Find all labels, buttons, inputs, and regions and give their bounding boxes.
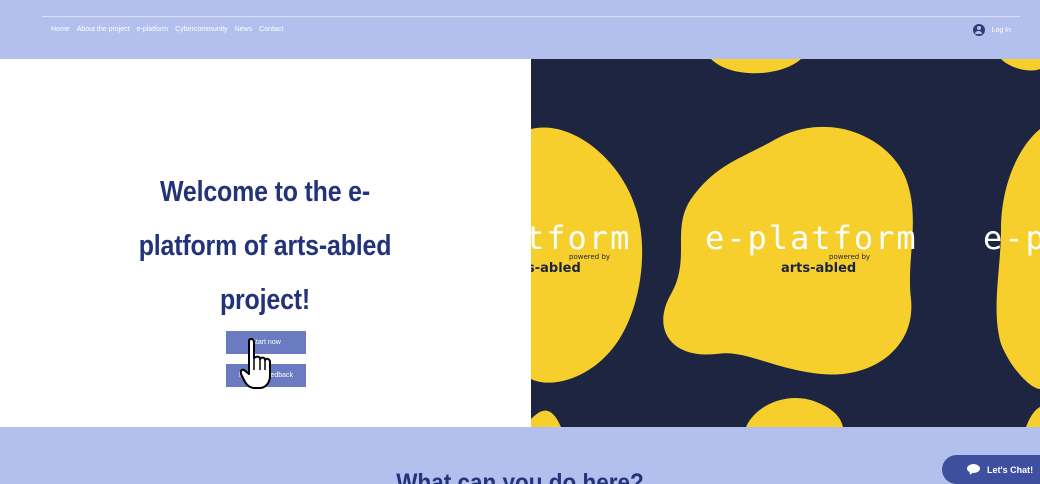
section-title: What can you do here? — [396, 469, 644, 484]
powered-by-center: powered by — [829, 253, 870, 261]
e-platform-banner: tform powered by s-abled e-platform powe… — [531, 59, 1040, 427]
blob-top-left — [711, 59, 801, 74]
hero-title-line-1: Welcome to the e- — [159, 176, 371, 208]
main-nav: Home About the project e-platform Cyberc… — [51, 26, 283, 33]
hand-cursor-icon — [240, 338, 271, 389]
banner-graphic: tform powered by s-abled e-platform powe… — [531, 59, 1040, 427]
powered-by-left: powered by — [569, 253, 610, 261]
chat-bubble-icon — [967, 464, 980, 475]
site-header: Home About the project e-platform Cyberc… — [0, 0, 1040, 59]
blob-right — [996, 129, 1040, 389]
nav-item-e-platform[interactable]: e-platform — [137, 26, 169, 33]
user-icon — [972, 24, 985, 36]
nav-item-home[interactable]: Home — [51, 26, 70, 33]
hero-title-line-3: project! — [219, 284, 311, 316]
nav-item-cybercommunity[interactable]: Cybercommunity — [175, 26, 228, 33]
header-divider — [42, 16, 1020, 17]
blob-bottom-right — [1026, 407, 1040, 427]
nav-item-contact[interactable]: Contact — [259, 26, 283, 33]
logo-text-left: tform — [531, 219, 631, 257]
brand-left: s-abled — [531, 261, 581, 276]
login-label: Log In — [991, 26, 1011, 34]
logo-text-center: e-platform — [705, 219, 918, 257]
blob-top-right — [1001, 59, 1040, 71]
hero-title: Welcome to the e- platform of arts-abled… — [119, 165, 411, 327]
blob-bottom-left — [531, 410, 561, 427]
nav-item-about[interactable]: About the project — [77, 26, 130, 33]
blob-bottom-center — [746, 397, 843, 427]
login-button[interactable]: Log In — [972, 24, 1011, 36]
hero-title-line-2: platform of arts-abled — [138, 230, 392, 262]
nav-item-news[interactable]: News — [235, 26, 253, 33]
brand-center: arts-abled — [781, 261, 856, 276]
chat-button[interactable]: Let's Chat! — [942, 455, 1040, 484]
logo-text-right: e-p — [983, 219, 1040, 257]
features-section: What can you do here? — [0, 427, 1040, 484]
chat-label: Let's Chat! — [987, 464, 1034, 475]
